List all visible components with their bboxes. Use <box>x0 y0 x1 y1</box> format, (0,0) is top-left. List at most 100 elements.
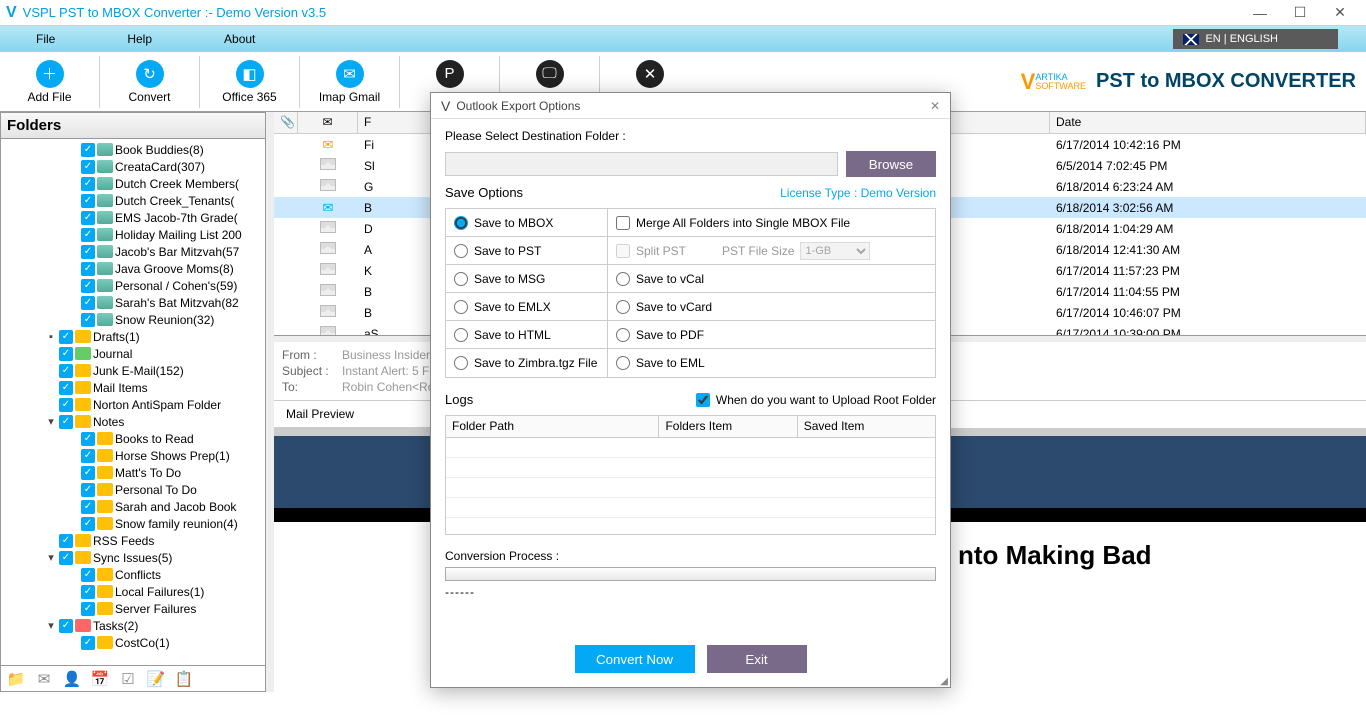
tool-convert[interactable]: ↻ Convert <box>100 56 200 108</box>
checkbox-icon[interactable]: ✓ <box>81 602 95 616</box>
checkbox-icon[interactable]: ✓ <box>81 517 95 531</box>
checkbox-icon[interactable]: ✓ <box>81 466 95 480</box>
tree-item[interactable]: ▾✓Notes <box>25 413 265 430</box>
checkbox-icon[interactable]: ✓ <box>59 619 73 633</box>
col-folders-item[interactable]: Folders Item <box>659 416 797 437</box>
folder-add-icon[interactable]: 📁 <box>5 669 27 689</box>
col-saved-item[interactable]: Saved Item <box>798 416 935 437</box>
contacts-icon[interactable]: 👤 <box>61 669 83 689</box>
tree-item[interactable]: ✓Jacob's Bar Mitzvah(57 <box>25 243 265 260</box>
radio-html[interactable] <box>454 328 468 342</box>
tree-item[interactable]: ✓Personal To Do <box>25 481 265 498</box>
checkbox-icon[interactable]: ✓ <box>59 347 73 361</box>
checkbox-icon[interactable]: ✓ <box>81 211 95 225</box>
checkbox-icon[interactable]: ✓ <box>81 568 95 582</box>
vertical-splitter[interactable] <box>266 112 274 692</box>
exit-button[interactable]: Exit <box>707 645 807 673</box>
radio-emlx[interactable] <box>454 300 468 314</box>
maximize-button[interactable]: ☐ <box>1280 1 1320 25</box>
mail-filter-icon[interactable]: ✉ <box>33 669 55 689</box>
resize-grip-icon[interactable]: ◢ <box>940 679 948 685</box>
expand-icon[interactable]: ▪ <box>45 331 57 343</box>
tree-item[interactable]: ✓Holiday Mailing List 200 <box>25 226 265 243</box>
tree-item[interactable]: ✓Personal / Cohen's(59) <box>25 277 265 294</box>
checkbox-icon[interactable]: ✓ <box>59 330 73 344</box>
checkbox-icon[interactable]: ✓ <box>81 245 95 259</box>
tree-item[interactable]: ✓Journal <box>25 345 265 362</box>
tree-item[interactable]: ✓Dutch Creek_Tenants( <box>25 192 265 209</box>
tasks-icon[interactable]: ☑ <box>117 669 139 689</box>
tool-add-file[interactable]: ＋ Add File <box>0 56 100 108</box>
tree-item[interactable]: ✓Norton AntiSpam Folder <box>25 396 265 413</box>
checkbox-icon[interactable]: ✓ <box>59 381 73 395</box>
checkbox-icon[interactable]: ✓ <box>81 160 95 174</box>
menu-help[interactable]: Help <box>91 26 188 52</box>
radio-eml[interactable] <box>616 356 630 370</box>
checkbox-icon[interactable]: ✓ <box>81 585 95 599</box>
checkbox-icon[interactable]: ✓ <box>81 194 95 208</box>
tree-item[interactable]: ✓Sarah and Jacob Book <box>25 498 265 515</box>
checkbox-icon[interactable]: ✓ <box>59 551 73 565</box>
checkbox-icon[interactable]: ✓ <box>81 636 95 650</box>
col-folder-path[interactable]: Folder Path <box>446 416 659 437</box>
notes-icon[interactable]: 📝 <box>145 669 167 689</box>
radio-vcard[interactable] <box>616 300 630 314</box>
tree-item[interactable]: ✓Mail Items <box>25 379 265 396</box>
radio-msg[interactable] <box>454 272 468 286</box>
browse-button[interactable]: Browse <box>846 151 936 177</box>
minimize-button[interactable]: — <box>1240 1 1280 25</box>
checkbox-icon[interactable]: ✓ <box>59 398 73 412</box>
tree-item[interactable]: ✓CostCo(1) <box>25 634 265 651</box>
tree-item[interactable]: ✓Java Groove Moms(8) <box>25 260 265 277</box>
checkbox-upload-root[interactable] <box>696 393 710 407</box>
col-attachment[interactable]: 📎 <box>274 112 298 133</box>
tree-item[interactable]: ▾✓Tasks(2) <box>25 617 265 634</box>
col-date[interactable]: Date <box>1050 112 1366 133</box>
dialog-titlebar[interactable]: VOutlook Export Options ✕ <box>431 93 950 119</box>
checkbox-icon[interactable]: ✓ <box>81 432 95 446</box>
checkbox-icon[interactable]: ✓ <box>81 262 95 276</box>
calendar-icon[interactable]: 📅 <box>89 669 111 689</box>
tree-item[interactable]: ✓EMS Jacob-7th Grade( <box>25 209 265 226</box>
collapse-icon[interactable]: ▾ <box>45 415 57 428</box>
radio-vcal[interactable] <box>616 272 630 286</box>
tree-item[interactable]: ▾✓Sync Issues(5) <box>25 549 265 566</box>
checkbox-icon[interactable]: ✓ <box>59 415 73 429</box>
checkbox-icon[interactable]: ✓ <box>59 364 73 378</box>
dialog-close-icon[interactable]: ✕ <box>930 99 940 113</box>
tool-imap-gmail[interactable]: ✉ Imap Gmail <box>300 56 400 108</box>
tool-office365[interactable]: ◧ Office 365 <box>200 56 300 108</box>
checkbox-icon[interactable]: ✓ <box>81 296 95 310</box>
radio-zimbra[interactable] <box>454 356 468 370</box>
tree-item[interactable]: ✓Sarah's Bat Mitzvah(82 <box>25 294 265 311</box>
tree-item[interactable]: ✓Books to Read <box>25 430 265 447</box>
checkbox-icon[interactable]: ✓ <box>81 279 95 293</box>
checkbox-icon[interactable]: ✓ <box>81 500 95 514</box>
checkbox-icon[interactable]: ✓ <box>81 177 95 191</box>
col-status[interactable]: ✉ <box>298 112 358 133</box>
checkbox-icon[interactable]: ✓ <box>81 143 95 157</box>
tree-item[interactable]: ✓Server Failures <box>25 600 265 617</box>
tree-item[interactable]: ✓Matt's To Do <box>25 464 265 481</box>
tree-item[interactable]: ✓Dutch Creek Members( <box>25 175 265 192</box>
menu-file[interactable]: File <box>0 26 91 52</box>
tree-item[interactable]: ✓RSS Feeds <box>25 532 265 549</box>
tree-item[interactable]: ✓Horse Shows Prep(1) <box>25 447 265 464</box>
tree-item[interactable]: ✓Conflicts <box>25 566 265 583</box>
tree-item[interactable]: ✓Local Failures(1) <box>25 583 265 600</box>
checkbox-icon[interactable]: ✓ <box>81 228 95 242</box>
checkbox-icon[interactable]: ✓ <box>81 313 95 327</box>
journal-icon[interactable]: 📋 <box>173 669 195 689</box>
radio-pdf[interactable] <box>616 328 630 342</box>
radio-pst[interactable] <box>454 244 468 258</box>
convert-now-button[interactable]: Convert Now <box>575 645 695 673</box>
checkbox-icon[interactable]: ✓ <box>59 534 73 548</box>
checkbox-merge[interactable] <box>616 216 630 230</box>
tree-item[interactable]: ✓CreataCard(307) <box>25 158 265 175</box>
close-button[interactable]: ✕ <box>1320 1 1360 25</box>
folder-tree[interactable]: ✓Book Buddies(8) ✓CreataCard(307) ✓Dutch… <box>1 139 265 665</box>
collapse-icon[interactable]: ▾ <box>45 551 57 564</box>
collapse-icon[interactable]: ▾ <box>45 619 57 632</box>
checkbox-icon[interactable]: ✓ <box>81 449 95 463</box>
tree-item[interactable]: ✓Snow family reunion(4) <box>25 515 265 532</box>
